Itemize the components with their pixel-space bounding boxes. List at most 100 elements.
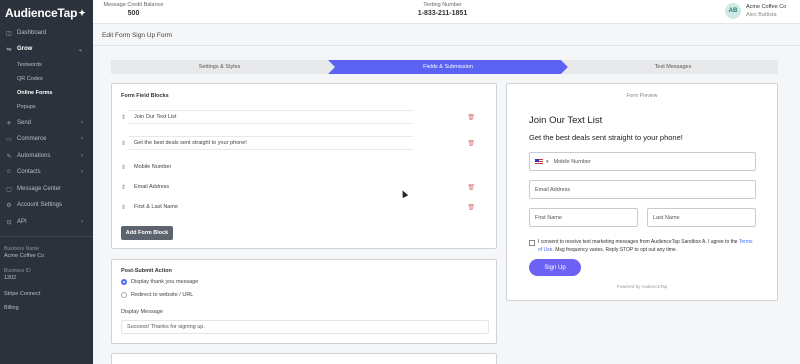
form-block-input[interactable]: Get the best deals sent straight to your… (129, 136, 413, 150)
page-title: Edit Form Sign Up Form (102, 32, 173, 39)
account-switcher[interactable]: Acme Coffee Co Alex Battista (746, 3, 786, 19)
trash-icon[interactable]: 🗑 (467, 114, 475, 121)
form-block-label: First & Last Name (134, 204, 179, 210)
consent-checkbox[interactable] (529, 240, 535, 246)
user-name: Alex Battista (746, 12, 777, 18)
preview-last-name-field[interactable]: Last Name (647, 208, 756, 227)
texting-number-value: 1-833-211-1851 (417, 10, 468, 17)
add-form-block-button[interactable]: Add Form Block (121, 226, 173, 240)
display-message-field[interactable]: Success! Thanks for signing up. (121, 320, 489, 334)
chevron-right-icon: › (81, 120, 83, 126)
sidebar-subitem-online-forms[interactable]: Online Forms (17, 86, 52, 100)
app-root: AudienceTap ✦ ◫ Dashboard ⇋ Grow ⌄ Textwo… (0, 0, 800, 364)
country-dropdown-icon[interactable]: ▾ (546, 159, 549, 165)
credit-balance-label: Message Credit Balance (103, 2, 164, 8)
business-name-label: Business Name (4, 246, 40, 252)
form-block-label: Mobile Number (134, 164, 172, 170)
sidebar-item-contacts[interactable]: ☺ Contacts › (0, 164, 93, 180)
sidebar-subitem-popups[interactable]: Popups (17, 100, 36, 114)
radio-redirect-url[interactable]: Redirect to website / URL (121, 292, 193, 298)
contacts-icon: ☺ (5, 169, 13, 175)
tab-text-messages[interactable]: Text Messages (568, 60, 778, 74)
sidebar-item-label: Dashboard (17, 30, 47, 36)
sidebar-item-automations[interactable]: ✎ Automations › (0, 148, 93, 164)
us-flag-icon[interactable] (535, 159, 543, 164)
chevron-right-icon: › (81, 136, 83, 142)
sidebar-item-label: Message Center (17, 186, 62, 192)
send-icon: ✈ (6, 120, 12, 127)
radio-display-thank-you[interactable]: Display thank you message (121, 279, 198, 285)
drag-handle-icon[interactable]: ⇕ (121, 114, 129, 121)
form-block-mobile[interactable]: ⇕ Mobile Number (121, 160, 489, 174)
sidebar-item-message-center[interactable]: ▢ Message Center (0, 181, 93, 197)
drag-handle-icon[interactable]: ⇕ (121, 140, 129, 147)
tab-settings-styles[interactable]: Settings & Styles (111, 60, 328, 74)
radio-label: Redirect to website / URL (131, 292, 194, 298)
radio-selected-icon[interactable] (121, 279, 127, 285)
sidebar-item-label: Send (17, 120, 32, 126)
sidebar-item-commerce[interactable]: ▭ Commerce › (0, 131, 93, 147)
trash-icon[interactable]: 🗑 (467, 140, 475, 147)
preview-mobile-field[interactable]: ▾ Mobile Number (529, 152, 756, 171)
powered-by: Powered by AudienceTap (616, 284, 668, 289)
drag-handle-icon[interactable]: ⇕ (121, 164, 129, 171)
sidebar-item-label: Automations (17, 153, 51, 159)
logo[interactable]: AudienceTap ✦ (0, 0, 93, 26)
preview-title: Join Our Text List (529, 115, 603, 126)
form-block-name[interactable]: ⇕ First & Last Name 🗑 (121, 200, 489, 214)
texting-number-label: Texting Number (423, 2, 462, 8)
sidebar-item-label: API (17, 219, 27, 225)
credit-balance: Message Credit Balance 500 (97, 2, 170, 17)
sidebar-item-label: Commerce (17, 136, 47, 142)
stripe-connect-link[interactable]: Stripe Connect (4, 291, 40, 297)
chevron-right-icon: › (81, 153, 83, 159)
sidebar-item-send[interactable]: ✈ Send › (0, 115, 93, 131)
divider (93, 45, 800, 46)
form-block-subtitle[interactable]: ⇕ Get the best deals sent straight to yo… (121, 136, 489, 150)
api-icon: ⊡ (6, 219, 12, 226)
grow-icon: ⇋ (6, 46, 12, 53)
form-block-label: Email Address (134, 184, 170, 190)
additional-panel (111, 353, 497, 364)
form-field-blocks-panel: Form Field Blocks ⇕ Join Our Text List 🗑… (111, 83, 497, 249)
tab-fields-submission[interactable]: Fields & Submission (335, 60, 561, 74)
sidebar-item-label: Account Settings (17, 202, 63, 208)
form-preview-label: Form Preview (626, 93, 658, 99)
drag-handle-icon[interactable]: ⇕ (121, 204, 129, 211)
logo-mark-icon: ✦ (78, 7, 86, 18)
form-preview-panel: Form Preview Join Our Text List Get the … (506, 83, 778, 301)
sign-up-button[interactable]: Sign Up (529, 259, 581, 276)
sidebar-item-grow[interactable]: ⇋ Grow ⌄ (0, 41, 93, 57)
consent-text-part1: I consent to receive text marketing mess… (538, 239, 738, 245)
business-id-value: 1302 (4, 275, 17, 281)
sidebar-item-dashboard[interactable]: ◫ Dashboard (0, 25, 93, 41)
post-submit-heading: Post-Submit Action (121, 268, 172, 274)
texting-number: Texting Number 1-833-211-1851 (405, 2, 480, 17)
form-block-email[interactable]: ⇕ Email Address 🗑 (121, 180, 489, 194)
radio-unselected-icon[interactable] (121, 292, 127, 298)
mobile-placeholder: Mobile Number (553, 158, 591, 165)
drag-handle-icon[interactable]: ⇕ (121, 184, 129, 191)
avatar[interactable]: AB (725, 3, 741, 19)
consent-text-part2: . Msg frequency varies. Reply STOP to op… (552, 247, 678, 253)
chevron-right-icon: › (81, 219, 83, 225)
form-field-blocks-heading: Form Field Blocks (121, 93, 169, 99)
form-block-input[interactable]: Join Our Text List (129, 110, 413, 124)
sidebar-item-account-settings[interactable]: ⚙ Account Settings (0, 197, 93, 213)
trash-icon[interactable]: 🗑 (467, 184, 475, 191)
top-header: Message Credit Balance 500 Texting Numbe… (93, 0, 800, 24)
account-settings-icon: ⚙ (6, 202, 12, 209)
sidebar-subitem-textwords[interactable]: Textwords (17, 58, 42, 72)
chevron-down-icon: ⌄ (77, 46, 83, 53)
sidebar: AudienceTap ✦ ◫ Dashboard ⇋ Grow ⌄ Textwo… (0, 0, 93, 364)
consent-text: I consent to receive text marketing mess… (538, 238, 758, 254)
preview-email-field[interactable]: Email Address (529, 180, 756, 199)
sidebar-item-label: Contacts (17, 169, 41, 175)
form-block-title[interactable]: ⇕ Join Our Text List 🗑 (121, 110, 489, 124)
business-id-label: Business ID (4, 268, 31, 274)
preview-first-name-field[interactable]: First Name (529, 208, 638, 227)
sidebar-item-api[interactable]: ⊡ API › (0, 214, 93, 230)
trash-icon[interactable]: 🗑 (467, 204, 475, 211)
billing-link[interactable]: Billing (4, 305, 19, 311)
sidebar-subitem-qr-codes[interactable]: QR Codes (17, 72, 43, 86)
